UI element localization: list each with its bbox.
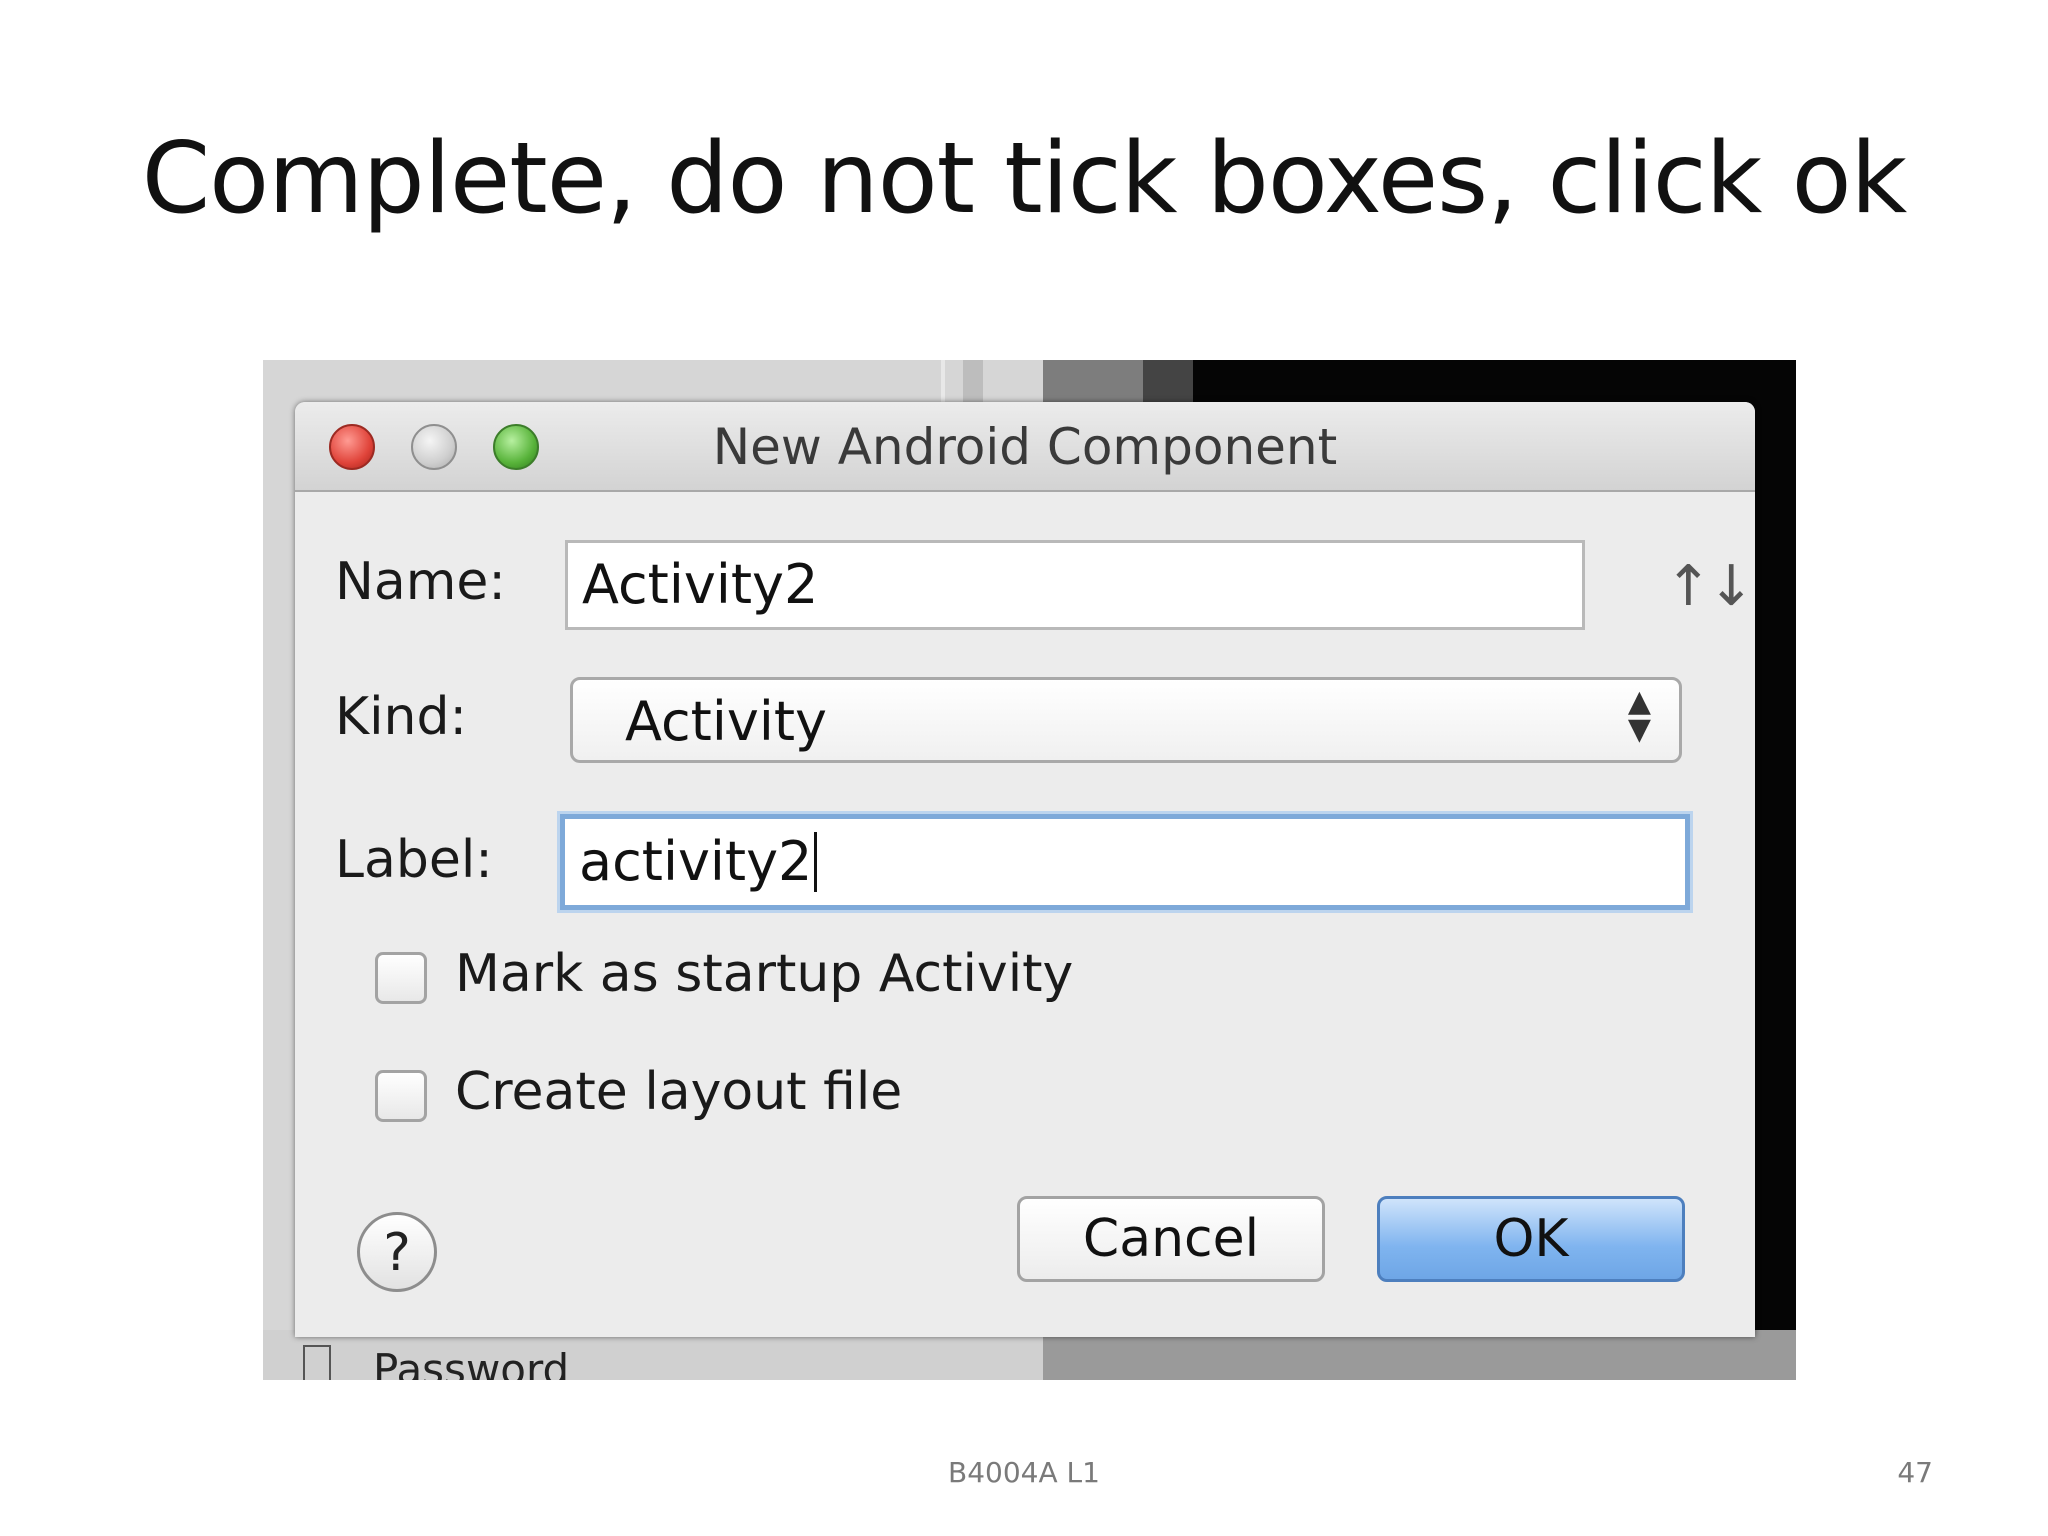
background-password-item: Password (373, 1345, 570, 1380)
help-button[interactable]: ? (357, 1212, 437, 1292)
screenshot-region: Password New Android Component Name: Act… (263, 360, 1796, 1380)
dialog-title: New Android Component (712, 418, 1338, 476)
label-input-value: activity2 (579, 830, 813, 893)
startup-activity-checkbox[interactable] (375, 952, 427, 1004)
name-input[interactable]: Activity2 (565, 540, 1585, 630)
slide-title: Complete, do not tick boxes, click ok (141, 122, 1908, 236)
dialog-titlebar: New Android Component (295, 402, 1755, 492)
create-layout-checkbox[interactable] (375, 1070, 427, 1122)
name-label: Name: (335, 552, 506, 612)
slide-footer: B4004A L1 (948, 1456, 1100, 1489)
kind-selected-value: Activity (625, 690, 827, 753)
ok-button[interactable]: OK (1377, 1196, 1685, 1282)
new-component-dialog: New Android Component Name: Activity2 ↑↓… (295, 402, 1755, 1337)
name-input-value: Activity2 (582, 553, 819, 616)
label-label: Label: (335, 830, 493, 890)
create-layout-label[interactable]: Create layout file (455, 1062, 902, 1122)
label-input[interactable]: activity2 (560, 814, 1690, 910)
text-caret (814, 832, 818, 892)
background-bottom-strip (1043, 1330, 1796, 1380)
slide-page-number: 47 (1897, 1456, 1933, 1489)
cancel-button[interactable]: Cancel (1017, 1196, 1325, 1282)
sort-arrows-icon[interactable]: ↑↓ (1665, 554, 1755, 619)
kind-select[interactable]: Activity ▲ ▼ (570, 677, 1682, 763)
kind-label: Kind: (335, 687, 468, 747)
help-icon: ? (383, 1223, 411, 1283)
background-field-icon (303, 1345, 331, 1380)
startup-activity-label[interactable]: Mark as startup Activity (455, 944, 1073, 1004)
select-arrows-icon: ▲ ▼ (1627, 684, 1651, 747)
